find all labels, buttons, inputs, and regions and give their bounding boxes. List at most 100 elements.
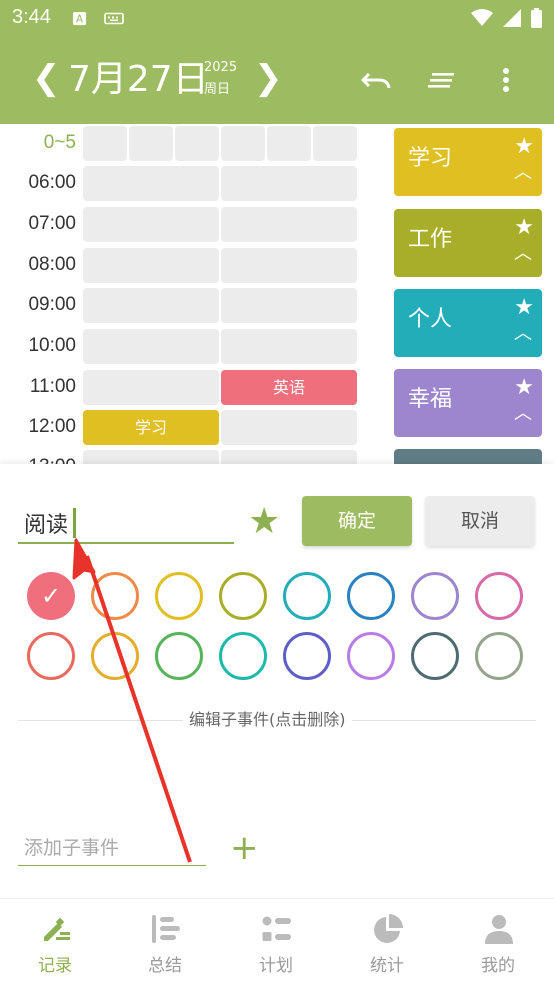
event-block-english[interactable]: 英语	[221, 370, 357, 405]
color-swatch[interactable]	[411, 632, 459, 680]
time-label: 12:00	[28, 416, 76, 437]
time-label: 07:00	[28, 213, 76, 234]
status-bar: 3:44 A	[0, 0, 554, 38]
app-header: 3:44 A ❮ 7月27日 2025 周日 ❯	[0, 0, 554, 124]
keyboard-icon	[104, 12, 124, 25]
color-swatch[interactable]	[347, 572, 395, 620]
prev-day-button[interactable]: ❮	[32, 58, 61, 98]
time-slot[interactable]	[83, 450, 219, 464]
chevron-up-icon[interactable]: ︿	[514, 162, 532, 184]
signal-icon	[503, 9, 521, 27]
bottom-nav: 记录 总结 计划 统计 我的	[0, 898, 554, 984]
sort-button[interactable]	[426, 64, 458, 96]
timeline-row: 10:00	[0, 327, 380, 365]
nav-summary[interactable]: 总结	[110, 899, 220, 984]
chevron-up-icon[interactable]: ︿	[514, 403, 532, 425]
pencil-icon	[44, 917, 70, 941]
time-slot[interactable]	[129, 126, 173, 161]
star-icon[interactable]: ★	[514, 215, 534, 241]
time-slot[interactable]	[221, 410, 357, 445]
nav-plan[interactable]: 计划	[221, 899, 331, 984]
more-menu-button[interactable]	[490, 64, 522, 96]
undo-icon	[361, 72, 391, 89]
subevent-section-label: 编辑子事件(点击删除)	[183, 708, 352, 732]
color-swatch[interactable]	[219, 572, 267, 620]
next-day-button[interactable]: ❯	[254, 58, 283, 98]
time-slot[interactable]	[83, 166, 219, 201]
time-slot[interactable]	[221, 207, 357, 242]
color-swatch[interactable]	[283, 632, 331, 680]
time-slot[interactable]	[175, 126, 219, 161]
category-label: 幸福	[408, 387, 453, 412]
color-swatch[interactable]	[347, 632, 395, 680]
color-swatch[interactable]	[155, 632, 203, 680]
time-slot[interactable]	[221, 329, 357, 364]
time-slot[interactable]	[83, 370, 219, 405]
category-personal[interactable]: 个人 ★ ︿	[394, 289, 542, 357]
nav-label: 总结	[148, 956, 182, 976]
star-icon[interactable]: ★	[514, 295, 534, 321]
timeline-row: 09:00	[0, 286, 380, 324]
summary-list-icon	[152, 915, 180, 943]
category-partial[interactable]	[394, 449, 542, 464]
category-name-input[interactable]	[18, 504, 234, 544]
undo-button[interactable]	[360, 64, 392, 96]
time-slot[interactable]	[221, 288, 357, 323]
timeline-grid: 0~5 06:00 07:00 08:00 09:00 10:00 11:00 …	[0, 124, 380, 464]
plan-list-icon	[262, 916, 291, 941]
add-subevent-button[interactable]: +	[230, 828, 259, 868]
more-vertical-icon	[503, 68, 509, 92]
time-label: 06:00	[28, 172, 76, 193]
time-slot[interactable]	[313, 126, 357, 161]
category-happiness[interactable]: 幸福 ★ ︿	[394, 369, 542, 437]
current-date[interactable]: 7月27日	[68, 58, 209, 102]
time-slot[interactable]	[221, 126, 265, 161]
time-slot[interactable]	[83, 329, 219, 364]
confirm-button[interactable]: 确定	[302, 496, 412, 546]
text-cursor	[73, 508, 76, 538]
timeline-row: 12:00 学习	[0, 408, 380, 446]
add-subevent-input[interactable]	[18, 830, 206, 866]
color-swatch[interactable]	[411, 572, 459, 620]
chevron-up-icon[interactable]: ︿	[514, 243, 532, 265]
time-slot[interactable]	[83, 288, 219, 323]
time-label: 10:00	[28, 335, 76, 356]
time-slot[interactable]	[83, 126, 127, 161]
nav-profile[interactable]: 我的	[443, 899, 553, 984]
time-slot[interactable]	[221, 166, 357, 201]
color-swatch[interactable]: ✓	[27, 572, 75, 620]
battery-icon	[531, 8, 542, 28]
star-icon[interactable]: ★	[514, 375, 534, 401]
current-year: 2025	[204, 60, 238, 75]
color-swatch[interactable]	[27, 632, 75, 680]
category-study[interactable]: 学习 ★ ︿	[394, 128, 542, 196]
time-slot[interactable]	[83, 248, 219, 283]
category-label: 个人	[408, 307, 453, 332]
time-slot[interactable]	[83, 207, 219, 242]
time-slot[interactable]	[221, 248, 357, 283]
status-time: 3:44	[12, 6, 51, 28]
timeline-row: 13:00	[0, 448, 380, 464]
chevron-up-icon[interactable]: ︿	[514, 323, 532, 345]
keyboard-a-icon: A	[72, 11, 87, 26]
category-work[interactable]: 工作 ★ ︿	[394, 209, 542, 277]
color-swatch[interactable]	[475, 632, 523, 680]
cancel-button[interactable]: 取消	[425, 496, 535, 546]
color-swatch[interactable]	[91, 572, 139, 620]
star-icon[interactable]: ★	[514, 134, 534, 160]
nav-stats[interactable]: 统计	[332, 899, 442, 984]
time-slot[interactable]	[221, 450, 357, 464]
color-swatch[interactable]	[283, 572, 331, 620]
color-swatch[interactable]	[155, 572, 203, 620]
nav-label: 我的	[481, 956, 515, 976]
timeline-row: 06:00	[0, 164, 380, 202]
time-slot[interactable]	[267, 126, 311, 161]
favorite-star-icon[interactable]: ★	[248, 502, 280, 542]
category-label: 学习	[408, 146, 453, 171]
event-block-study[interactable]: 学习	[83, 410, 219, 445]
color-swatch[interactable]	[219, 632, 267, 680]
color-swatch[interactable]	[91, 632, 139, 680]
nav-record[interactable]: 记录	[0, 899, 110, 984]
time-label: 0~5	[43, 132, 76, 153]
color-swatch[interactable]	[475, 572, 523, 620]
